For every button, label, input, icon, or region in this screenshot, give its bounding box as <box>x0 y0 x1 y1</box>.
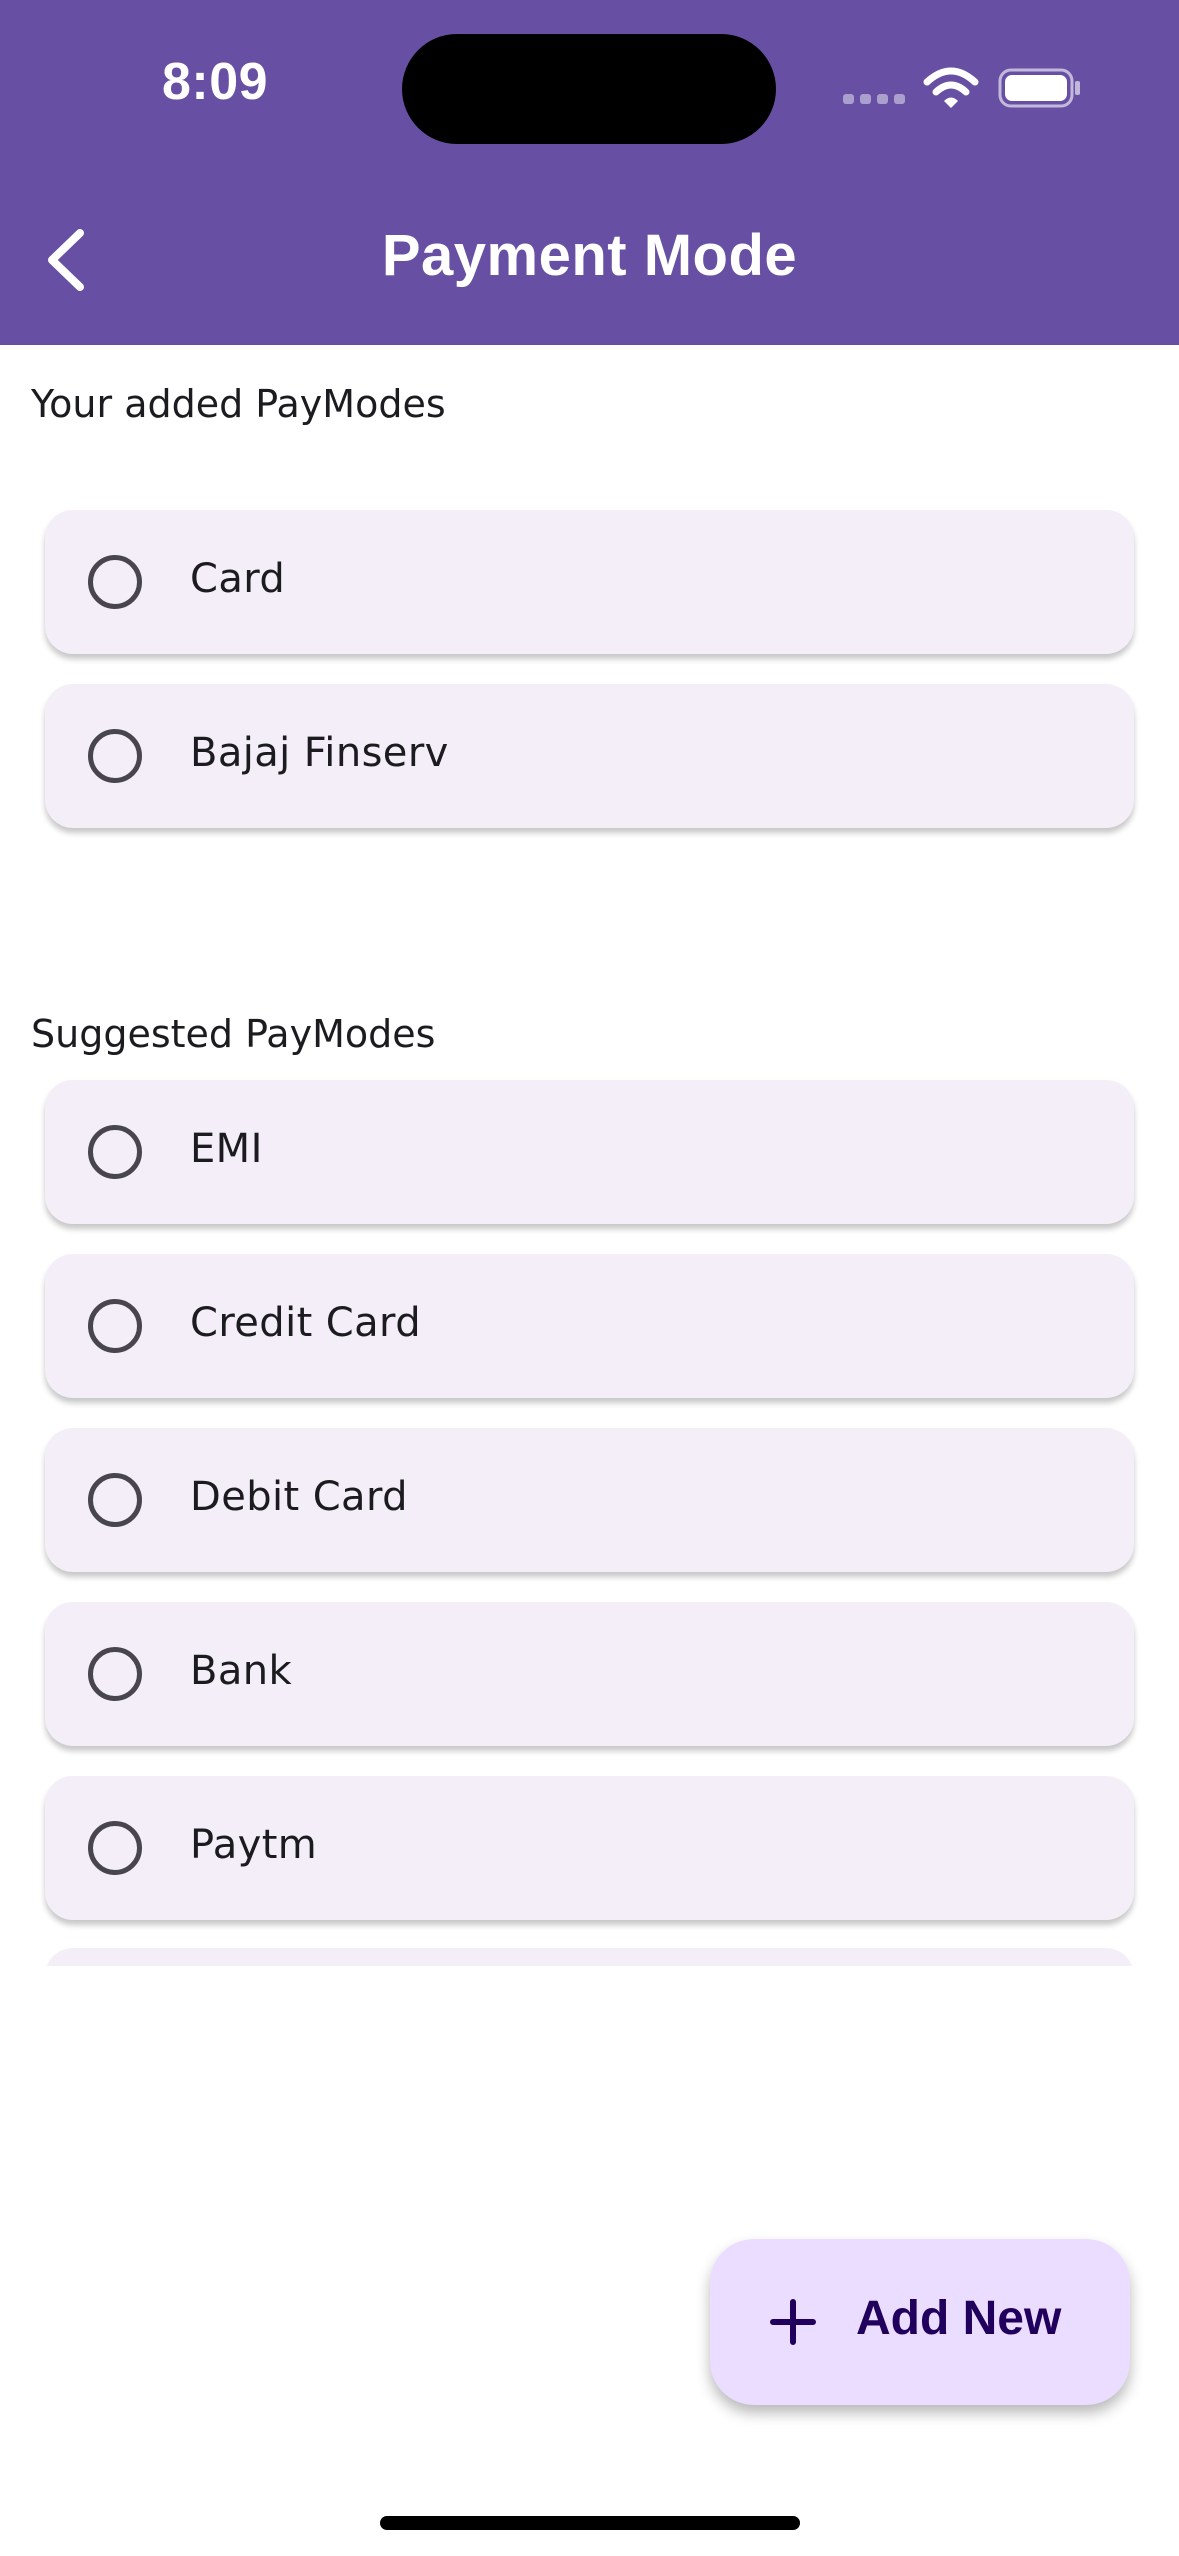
radio-button[interactable] <box>88 1821 142 1875</box>
paymode-paytm[interactable]: Paytm <box>45 1776 1134 1920</box>
wifi-icon <box>923 67 979 108</box>
list-item-partial[interactable] <box>45 1948 1134 1966</box>
status-time: 8:09 <box>161 53 269 111</box>
radio-button[interactable] <box>88 1473 142 1527</box>
battery-icon <box>998 68 1080 108</box>
paymode-credit-card[interactable]: Credit Card <box>45 1254 1134 1398</box>
plus-icon <box>770 2299 816 2345</box>
paymode-bajaj-finserv[interactable]: Bajaj Finserv <box>45 684 1134 828</box>
paymode-label: Card <box>190 556 286 602</box>
radio-button[interactable] <box>88 1125 142 1179</box>
paymode-label: EMI <box>190 1126 263 1172</box>
paymode-label: Bajaj Finserv <box>190 730 449 776</box>
paymode-bank[interactable]: Bank <box>45 1602 1134 1746</box>
paymode-label: Credit Card <box>190 1300 421 1346</box>
dynamic-island <box>402 34 776 144</box>
radio-button[interactable] <box>88 555 142 609</box>
radio-button[interactable] <box>88 1299 142 1353</box>
paymode-card[interactable]: Card <box>45 510 1134 654</box>
added-paymodes-heading: Your added PayModes <box>31 382 446 426</box>
home-indicator[interactable] <box>380 2516 800 2530</box>
add-new-button[interactable]: Add New <box>710 2239 1130 2405</box>
suggested-paymodes-heading: Suggested PayModes <box>31 1012 436 1056</box>
add-new-label: Add New <box>856 2292 1062 2345</box>
paymode-debit-card[interactable]: Debit Card <box>45 1428 1134 1572</box>
paymode-label: Debit Card <box>190 1474 408 1520</box>
radio-button[interactable] <box>88 729 142 783</box>
cellular-signal-icon <box>843 94 905 104</box>
list-scroll-edge <box>45 1948 1134 1966</box>
page-title: Payment Mode <box>381 223 798 288</box>
paymode-label: Paytm <box>190 1822 318 1868</box>
paymode-label: Bank <box>190 1648 293 1694</box>
paymode-emi[interactable]: EMI <box>45 1080 1134 1224</box>
radio-button[interactable] <box>88 1647 142 1701</box>
app-bar: 8:09 Payment Mode <box>0 0 1179 345</box>
